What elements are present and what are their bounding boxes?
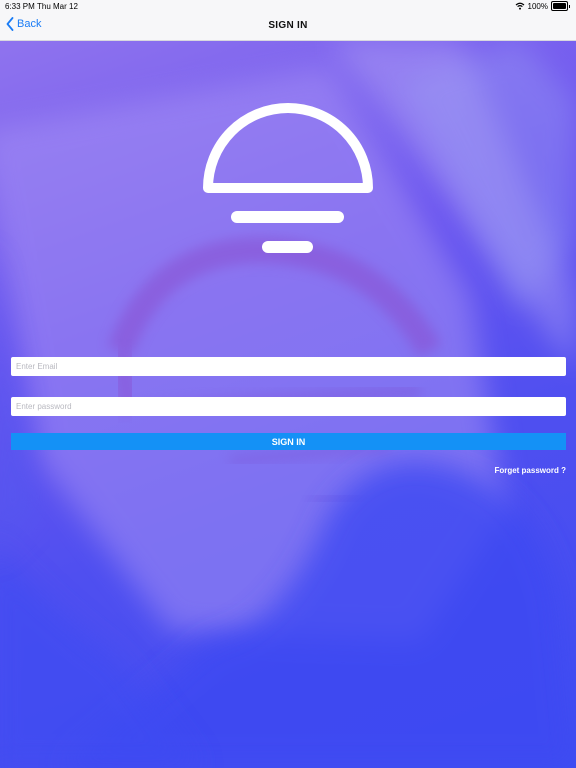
lamp-logo-icon xyxy=(203,103,373,253)
navigation-bar: Back SIGN IN xyxy=(0,12,576,41)
status-date: Thu Mar 12 xyxy=(37,2,78,11)
battery-icon xyxy=(551,1,568,11)
status-time: 6:33 PM xyxy=(5,2,35,11)
page-title: SIGN IN xyxy=(268,20,308,31)
sign-in-button[interactable]: SIGN IN xyxy=(11,433,566,450)
status-right: 100% xyxy=(515,1,570,11)
password-field[interactable] xyxy=(11,397,566,416)
battery-percent: 100% xyxy=(527,1,548,11)
background-hero: SIGN IN Forget password ? xyxy=(0,41,576,768)
email-field[interactable] xyxy=(11,357,566,376)
status-bar: 6:33 PM Thu Mar 12 100% xyxy=(0,0,576,12)
forget-password-link[interactable]: Forget password ? xyxy=(494,466,566,475)
wifi-icon xyxy=(515,2,524,10)
